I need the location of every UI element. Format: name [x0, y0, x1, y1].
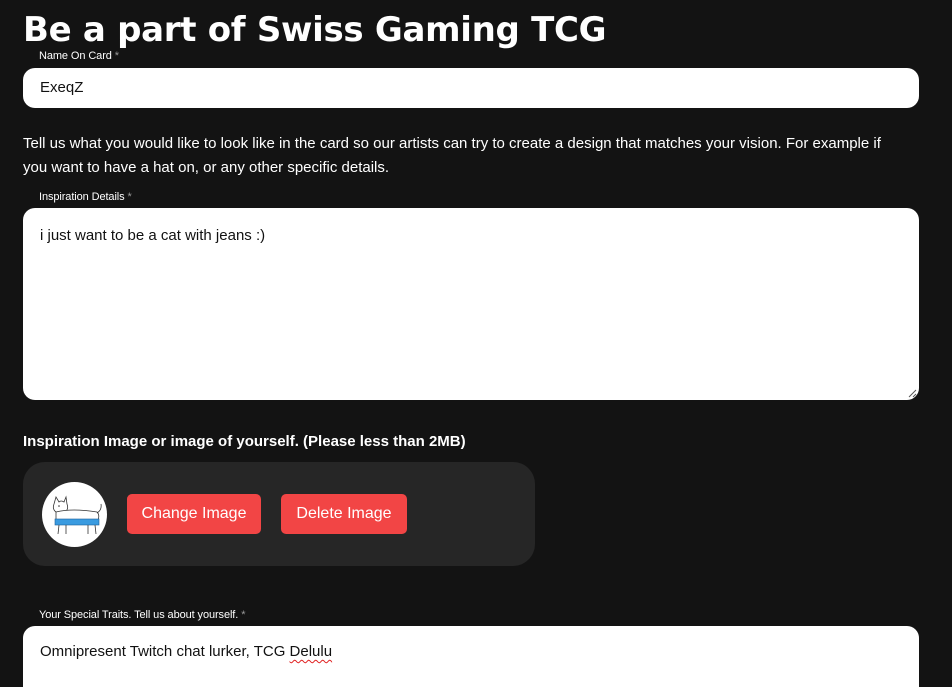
- special-traits-label-text: Your Special Traits. Tell us about yours…: [39, 609, 239, 621]
- delete-image-button[interactable]: Delete Image: [281, 494, 407, 534]
- special-traits-value-text: Omnipresent Twitch chat lurker, TCG: [40, 643, 290, 660]
- change-image-button[interactable]: Change Image: [127, 494, 261, 534]
- uploaded-image-preview: [42, 482, 107, 547]
- special-traits-value: Omnipresent Twitch chat lurker, TCG Delu…: [40, 643, 332, 660]
- name-on-card-input[interactable]: ExeqZ: [23, 68, 919, 108]
- special-traits-label: Your Special Traits. Tell us about yours…: [39, 608, 246, 622]
- inspiration-details-textarea[interactable]: i just want to be a cat with jeans :): [23, 208, 919, 400]
- inspiration-image-heading: Inspiration Image or image of yourself. …: [23, 433, 466, 450]
- cat-with-jeans-drawing-icon: [52, 495, 102, 535]
- required-mark: *: [114, 50, 119, 62]
- inspiration-details-label-text: Inspiration Details: [39, 191, 125, 203]
- special-traits-textarea[interactable]: Omnipresent Twitch chat lurker, TCG Delu…: [23, 626, 919, 687]
- name-on-card-label-text: Name On Card: [39, 50, 112, 62]
- required-mark: *: [241, 609, 246, 621]
- image-upload-panel: Change Image Delete Image: [23, 462, 535, 566]
- misspelled-word: Delulu: [289, 643, 333, 660]
- resize-grip-icon[interactable]: [908, 389, 917, 398]
- form-page: Be a part of Swiss Gaming TCG Name On Ca…: [0, 0, 952, 687]
- page-title: Be a part of Swiss Gaming TCG: [23, 10, 607, 50]
- inspiration-details-label: Inspiration Details *: [39, 190, 132, 204]
- inspiration-help-text: Tell us what you would like to look like…: [23, 135, 881, 176]
- name-on-card-label: Name On Card *: [39, 49, 119, 63]
- name-on-card-value: ExeqZ: [40, 79, 84, 96]
- inspiration-details-value: i just want to be a cat with jeans :): [40, 227, 266, 244]
- required-mark: *: [127, 191, 132, 203]
